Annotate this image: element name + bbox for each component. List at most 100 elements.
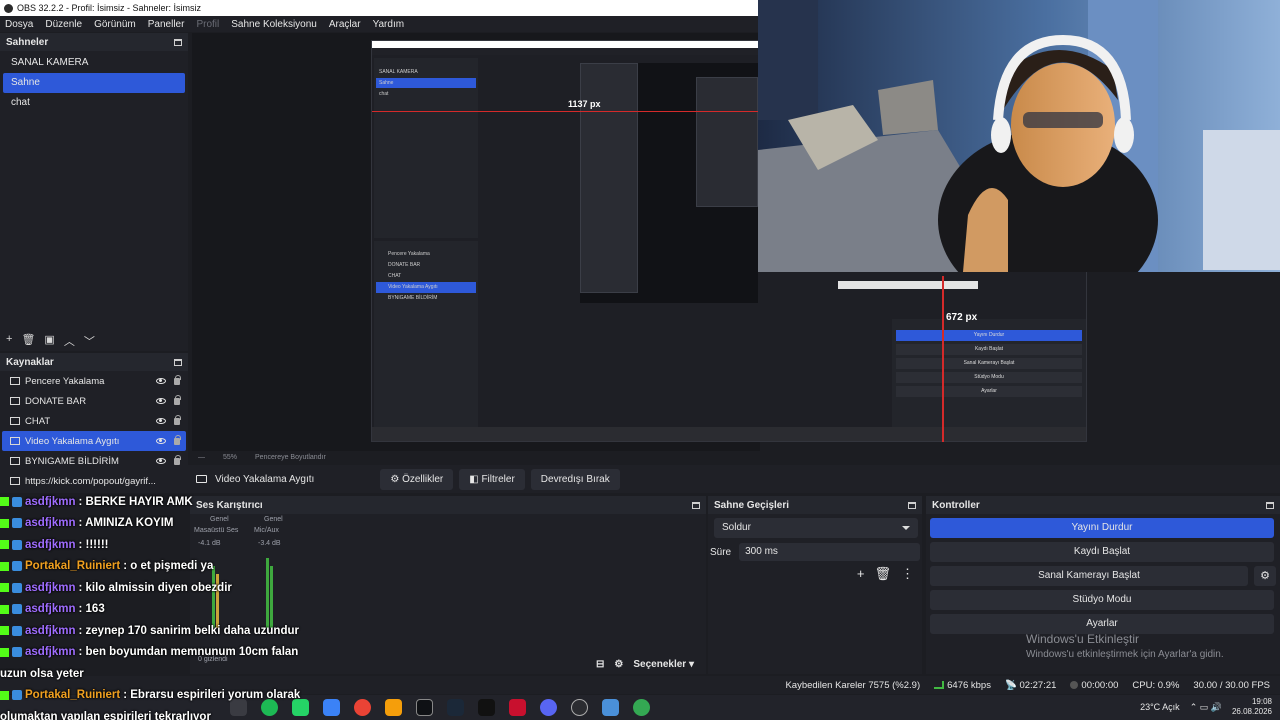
- filters-button[interactable]: ◧ Filtreler: [459, 468, 525, 490]
- clock[interactable]: 19:08 26.08.2026: [1232, 697, 1272, 717]
- duration-spinbox[interactable]: 300 ms: [739, 543, 920, 561]
- add-transition-icon[interactable]: +: [857, 566, 865, 582]
- lock-icon[interactable]: [174, 394, 181, 405]
- source-item[interactable]: Video Yakalama Aygıtı: [2, 431, 186, 451]
- discord-icon[interactable]: [540, 699, 557, 716]
- duration-label: Süre: [710, 546, 732, 558]
- zoom-level[interactable]: 55%: [223, 454, 237, 461]
- app-icon[interactable]: [571, 699, 588, 716]
- visibility-eye-icon[interactable]: [156, 438, 166, 444]
- camera-icon: [196, 475, 207, 483]
- file-explorer-icon[interactable]: [323, 699, 340, 716]
- visibility-eye-icon[interactable]: [156, 398, 166, 404]
- nested-inner-panel: [580, 63, 638, 293]
- stop-stream-button[interactable]: Yayını Durdur: [930, 518, 1274, 538]
- source-item[interactable]: CHAT: [2, 411, 186, 431]
- deactivate-button[interactable]: Devredışı Bırak: [530, 468, 620, 490]
- menu-file[interactable]: Dosya: [5, 19, 33, 30]
- obs-taskbar-icon[interactable]: [416, 699, 433, 716]
- controls-panel: Kontroller Yayını Durdur Kaydı Başlat Sa…: [926, 496, 1280, 674]
- weather-widget[interactable]: 23°C Açık: [1140, 702, 1180, 712]
- menu-tools[interactable]: Araçlar: [329, 19, 361, 30]
- mixer-settings-icon[interactable]: ⚙: [614, 659, 623, 670]
- app-icon[interactable]: [509, 699, 526, 716]
- lock-icon[interactable]: [174, 454, 181, 465]
- grid-view-icon[interactable]: ⊟: [596, 659, 604, 670]
- chat-message: Portakal_Ruiniert: Ebrarsu espirileri yo…: [0, 685, 300, 707]
- user-badge-icon: [12, 496, 22, 507]
- chat-text: : BERKE HAYIR AMK: [78, 495, 193, 508]
- transition-select[interactable]: Soldur: [714, 518, 918, 538]
- tray-icons[interactable]: ⌃ ▭ 🔊: [1190, 702, 1222, 713]
- add-scene-icon[interactable]: +: [6, 333, 12, 349]
- menu-profile[interactable]: Profil: [196, 19, 219, 30]
- steam-icon[interactable]: [447, 699, 464, 716]
- remove-scene-icon[interactable]: 🗑: [21, 333, 35, 349]
- selected-source: Video Yakalama Aygıtı: [196, 474, 314, 485]
- scenes-toolbar: + 🗑 ▣ ︿ ﹀: [6, 333, 95, 349]
- kick-badge-icon: [0, 561, 9, 571]
- controls-title: Kontroller: [932, 499, 980, 511]
- undock-icon[interactable]: [692, 501, 700, 509]
- more-options-icon[interactable]: ⋮: [901, 566, 914, 582]
- browser-source-icon: [10, 397, 20, 405]
- options-dropdown[interactable]: Seçenekler ▾: [633, 659, 694, 670]
- lock-icon[interactable]: [174, 374, 181, 385]
- visibility-eye-icon[interactable]: [156, 418, 166, 424]
- visibility-eye-icon[interactable]: [156, 458, 166, 464]
- properties-button[interactable]: ⚙ Özellikler: [380, 468, 454, 490]
- menu-view[interactable]: Görünüm: [94, 19, 136, 30]
- zoom-out-icon[interactable]: —: [198, 454, 205, 461]
- measure-line-horizontal: [372, 111, 762, 112]
- measure-label-horizontal: 1137 px: [568, 99, 601, 109]
- dropped-frames: Kaybedilen Kareler 7575 (%2.9): [785, 679, 921, 691]
- source-item[interactable]: Pencere Yakalama: [2, 371, 186, 391]
- scene-item-sahne[interactable]: Sahne: [3, 73, 185, 93]
- remove-transition-icon[interactable]: 🗑: [874, 566, 891, 582]
- kick-badge-icon: [0, 604, 9, 614]
- move-down-icon[interactable]: ﹀: [84, 333, 95, 349]
- lock-icon[interactable]: [174, 414, 181, 425]
- chrome-icon[interactable]: [354, 699, 371, 716]
- studio-mode-button[interactable]: Stüdyo Modu: [930, 590, 1274, 610]
- app-icon[interactable]: [385, 699, 402, 716]
- undock-icon[interactable]: [174, 38, 182, 46]
- filters-label: Filtreler: [481, 473, 515, 485]
- undock-icon[interactable]: [908, 501, 916, 509]
- scene-filter-icon[interactable]: ▣: [44, 333, 54, 349]
- menu-edit[interactable]: Düzenle: [45, 19, 82, 30]
- nested-control-button: Kaydı Başlat: [896, 344, 1082, 355]
- webcam-image: [758, 0, 1280, 272]
- source-context-bar: Video Yakalama Aygıtı ⚙ Özellikler ◧ Fil…: [188, 465, 1280, 493]
- menu-help[interactable]: Yardım: [373, 19, 405, 30]
- fit-to-window[interactable]: Pencereye Boyutlandır: [255, 454, 326, 461]
- scene-item-sanal-kamera[interactable]: SANAL KAMERA: [3, 53, 185, 73]
- virtual-camera-settings-icon[interactable]: ⚙: [1254, 566, 1276, 586]
- source-item[interactable]: BYNIGAME BİLDİRİM: [2, 451, 186, 471]
- chat-text: : AMINIZA KOYIM: [78, 517, 174, 530]
- start-recording-button[interactable]: Kaydı Başlat: [930, 542, 1274, 562]
- chat-text: olumaktan yapılan espirileri tekrarlıyor: [0, 710, 211, 720]
- lock-icon[interactable]: [174, 434, 181, 445]
- browser-source-icon: [10, 417, 20, 425]
- menu-docks[interactable]: Paneller: [148, 19, 185, 30]
- move-up-icon[interactable]: ︿: [64, 333, 75, 349]
- settings-button[interactable]: Ayarlar: [930, 614, 1274, 634]
- kick-badge-icon: [0, 518, 9, 528]
- source-item[interactable]: https://kick.com/popout/gayrif...: [2, 471, 186, 491]
- undock-icon[interactable]: [1266, 501, 1274, 509]
- visibility-eye-icon[interactable]: [156, 378, 166, 384]
- app-icon[interactable]: [478, 699, 495, 716]
- start-virtual-camera-button[interactable]: Sanal Kamerayı Başlat: [930, 566, 1248, 586]
- chat-message: olumaktan yapılan espirileri tekrarlıyor: [0, 706, 300, 720]
- menu-scene-collection[interactable]: Sahne Koleksiyonu: [231, 19, 317, 30]
- fps-value: 30.00 / 30.00 FPS: [1193, 679, 1270, 691]
- user-badge-icon: [12, 690, 22, 701]
- nested-inner-panel: [696, 77, 758, 207]
- undock-icon[interactable]: [174, 358, 182, 366]
- chat-message: asdfjkmn: !!!!!!: [0, 534, 300, 556]
- chrome-icon[interactable]: [633, 699, 650, 716]
- scene-item-chat[interactable]: chat: [3, 93, 185, 113]
- settings-app-icon[interactable]: [602, 699, 619, 716]
- source-item[interactable]: DONATE BAR: [2, 391, 186, 411]
